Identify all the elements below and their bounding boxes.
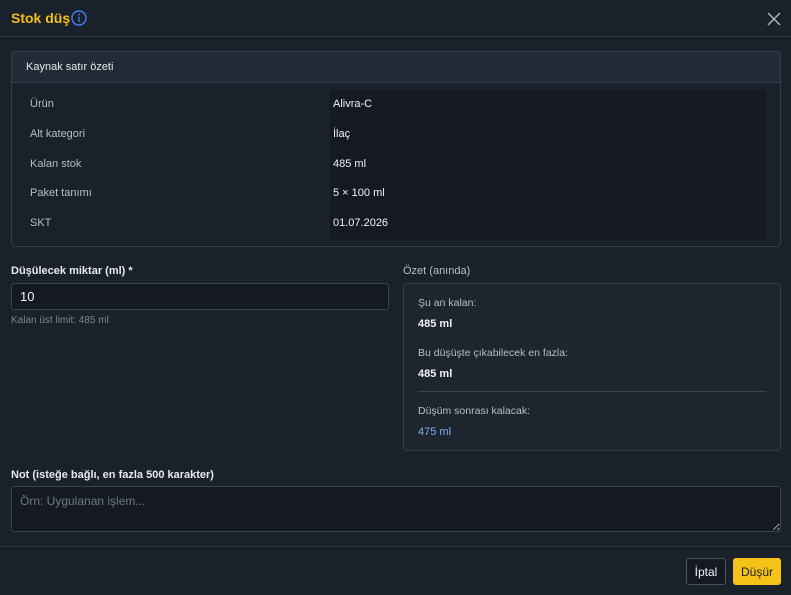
max-deduct-label: Bu düşüşte çıkabilecek en fazla: [418, 347, 569, 359]
summary-row-subcategory: Alt kategori İlaç [12, 120, 780, 150]
summary-row-expiry: SKT 01.07.2026 [12, 209, 780, 239]
summary-value: 5 × 100 ml [333, 187, 385, 199]
summary-value: 485 ml [333, 158, 367, 170]
current-remaining-value: 485 ml [418, 318, 453, 330]
summary-row-package: Paket tanımı 5 × 100 ml [12, 179, 780, 209]
summary-label: Alt kategori [30, 128, 86, 140]
summary-title: Kaynak satır özeti [12, 52, 780, 83]
note-textarea[interactable] [11, 486, 781, 532]
quantity-hint: Kalan üst limit: 485 ml [11, 315, 109, 326]
summary-value: Alivra-C [333, 98, 373, 110]
deduct-button[interactable]: Düşür [733, 558, 781, 585]
summary-label: Kalan stok [30, 158, 82, 170]
summary-label: SKT [30, 217, 52, 229]
dialog-title: Stok düş [11, 10, 71, 26]
summary-row-product: Ürün Alivra-C [12, 90, 780, 120]
source-summary-card: Kaynak satır özeti Ürün Alivra-C Alt kat… [11, 51, 781, 247]
preview-label: Özet (anında) [403, 265, 471, 277]
dialog-footer [0, 546, 791, 595]
preview-divider [418, 391, 766, 392]
preview-card: Şu an kalan: 485 ml Bu düşüşte çıkabilec… [403, 283, 781, 451]
info-icon[interactable] [71, 10, 87, 26]
quantity-input[interactable] [11, 283, 389, 310]
cancel-button[interactable]: İptal [686, 558, 726, 585]
current-remaining-label: Şu an kalan: [418, 297, 477, 309]
after-deduct-label: Düşüm sonrası kalacak: [418, 405, 531, 417]
after-deduct-value: 475 ml [418, 426, 452, 438]
quantity-label: Düşülecek miktar (ml) * [11, 265, 133, 277]
summary-row-remaining-stock: Kalan stok 485 ml [12, 150, 780, 180]
summary-label: Paket tanımı [30, 187, 92, 199]
close-icon[interactable] [766, 11, 782, 27]
max-deduct-value: 485 ml [418, 368, 453, 380]
summary-value: 01.07.2026 [333, 217, 389, 229]
summary-label: Ürün [30, 98, 54, 110]
summary-value: İlaç [333, 128, 351, 140]
dialog-header: Stok düş [0, 0, 791, 37]
note-label: Not (isteğe bağlı, en fazla 500 karakter… [11, 469, 214, 481]
